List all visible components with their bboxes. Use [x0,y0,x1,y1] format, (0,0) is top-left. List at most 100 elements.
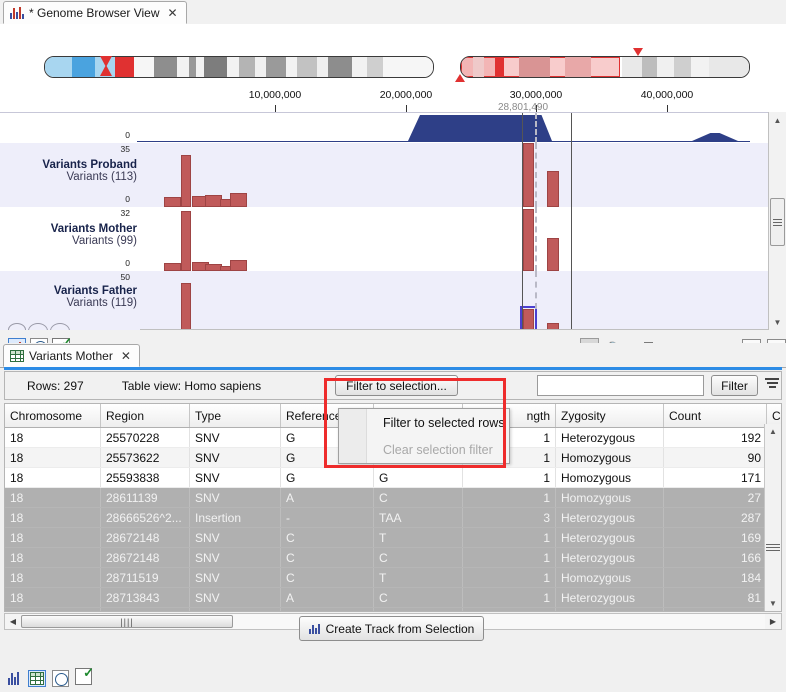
selection-region-outline [522,143,572,207]
cell-length: 1 [463,548,556,568]
track-scale-max: 35 [90,144,130,154]
table-vertical-scrollbar[interactable]: ▲ ▼ [764,424,781,611]
cell-reference: A [281,608,374,613]
cell-count: 166 [664,548,767,568]
table-tabstrip: Variants Mother ✕ [0,343,786,368]
table-row[interactable]: 1828666526^2...Insertion-TAA3Heterozygou… [5,508,782,528]
track-variants-proband[interactable]: 35 0 Variants Proband Variants (113) [0,143,768,207]
col-header-zygosity[interactable]: Zygosity [556,404,664,428]
grip-icon [766,544,780,551]
ruler-tick [275,105,276,112]
cell-reference: A [281,488,374,508]
cell-zygosity: Heterozygous [556,428,664,448]
ruler-tick-label: 10,000,000 [249,89,302,101]
ruler-tick [667,105,668,112]
cell-zygosity: Heterozygous [556,528,664,548]
clock-icon[interactable] [52,670,69,687]
close-icon[interactable]: ✕ [168,6,178,20]
cell-length: 1 [463,468,556,488]
table-row[interactable]: 1828611139SNVAC1Homozygous27 [5,488,782,508]
filter-to-selection-menu[interactable]: Filter to selected rows Clear selection … [338,408,510,464]
track-coverage[interactable]: 0 [0,113,768,143]
bar-chart-icon[interactable] [8,672,22,685]
cell-length: 1 [463,608,556,613]
cell-reference: C [281,548,374,568]
browser-tabstrip: * Genome Browser View ✕ [0,0,786,25]
table-icon[interactable] [28,670,46,687]
cell-zygosity: Heterozygous [556,588,664,608]
cursor-line [535,113,537,143]
track-variants-father[interactable]: 50 Variants Father Variants (119) [0,271,768,331]
col-header-chromosome[interactable]: Chromosome [5,404,101,428]
vertical-scroll-thumb[interactable] [766,542,780,572]
table-row[interactable]: 1828713843SNVAA1Heterozygous71 [5,608,782,613]
track-label-block: Variants Proband Variants (113) [0,159,137,183]
cell-region: 25570228 [101,428,190,448]
tracks-viewport[interactable]: 0 35 0 Variants Proband Variants (113) [0,112,786,331]
cell-zygosity: Homozygous [556,488,664,508]
cell-allele: C [374,548,463,568]
cell-count: 184 [664,568,767,588]
tracks-vertical-scrollbar[interactable]: ▲ ▼ [768,112,786,330]
cell-chromosome: 18 [5,448,101,468]
table-row[interactable]: 1828672148SNVCC1Heterozygous166 [5,548,782,568]
close-icon[interactable]: ✕ [121,349,131,363]
col-header-region[interactable]: Region [101,404,190,428]
col-header-type[interactable]: Type [190,404,281,428]
selection-region-outline [522,113,572,143]
cell-zygosity: Homozygous [556,448,664,468]
ruler-tick [406,105,407,112]
region-end-marker [633,48,643,56]
scroll-up-icon[interactable]: ▲ [765,424,781,439]
cell-type: SNV [190,568,281,588]
track-scale-max: 50 [90,272,130,282]
coverage-plot [137,113,750,143]
scroll-up-icon[interactable]: ▲ [769,112,786,128]
tab-label: * Genome Browser View [29,6,160,20]
cell-count: 171 [664,468,767,488]
cell-type: SNV [190,588,281,608]
region-start-marker [455,74,465,82]
track-scale-min: 0 [90,194,130,204]
cell-allele: C [374,588,463,608]
track-variants-mother[interactable]: 32 0 Variants Mother Variants (99) [0,207,768,271]
table-row[interactable]: 1828713843SNVAC1Heterozygous81 [5,588,782,608]
cell-zygosity: Homozygous [556,568,664,588]
table-icon [10,350,24,362]
bar-chart-icon [309,624,320,634]
tab-genome-browser-view[interactable]: * Genome Browser View ✕ [3,1,187,24]
table-row[interactable]: 1825593838SNVGG1Homozygous171 [5,468,782,488]
cursor-line [535,271,537,309]
track-label-block: Variants Father Variants (119) [0,285,137,309]
ideogram-area [0,24,786,88]
filter-funnel-icon[interactable] [765,378,779,393]
ruler-tick-label: 40,000,000 [641,89,694,101]
cell-type: SNV [190,488,281,508]
track-name: Variants Father [0,285,137,297]
search-input[interactable] [537,375,704,396]
scroll-down-icon[interactable]: ▼ [769,314,786,330]
table-row[interactable]: 1828711519SNVCT1Homozygous184 [5,568,782,588]
bar-chart-icon [10,7,24,19]
vertical-scroll-thumb[interactable] [770,198,785,246]
col-header-count[interactable]: Count [664,404,767,428]
cell-region: 28711519 [101,568,190,588]
cell-region: 28672148 [101,548,190,568]
filter-to-selection-button[interactable]: Filter to selection... [335,375,458,396]
scroll-down-icon[interactable]: ▼ [765,596,781,611]
chromosome-ideogram-zoomed[interactable] [460,56,750,78]
cell-chromosome: 18 [5,528,101,548]
ruler-tick-label: 20,000,000 [380,89,433,101]
table-row[interactable]: 1828672148SNVCT1Heterozygous169 [5,528,782,548]
cell-allele: TAA [374,508,463,528]
cell-chromosome: 18 [5,508,101,528]
filter-button[interactable]: Filter [711,375,758,396]
cell-allele: G [374,468,463,488]
cell-zygosity: Homozygous [556,468,664,488]
variant-plot-proband [137,143,750,207]
tab-variants-mother[interactable]: Variants Mother ✕ [3,344,140,367]
create-track-from-selection-button[interactable]: Create Track from Selection [299,616,484,641]
cell-length: 1 [463,528,556,548]
table-view-label: Table view: Homo sapiens [122,379,261,393]
checklist-icon[interactable] [75,668,92,688]
